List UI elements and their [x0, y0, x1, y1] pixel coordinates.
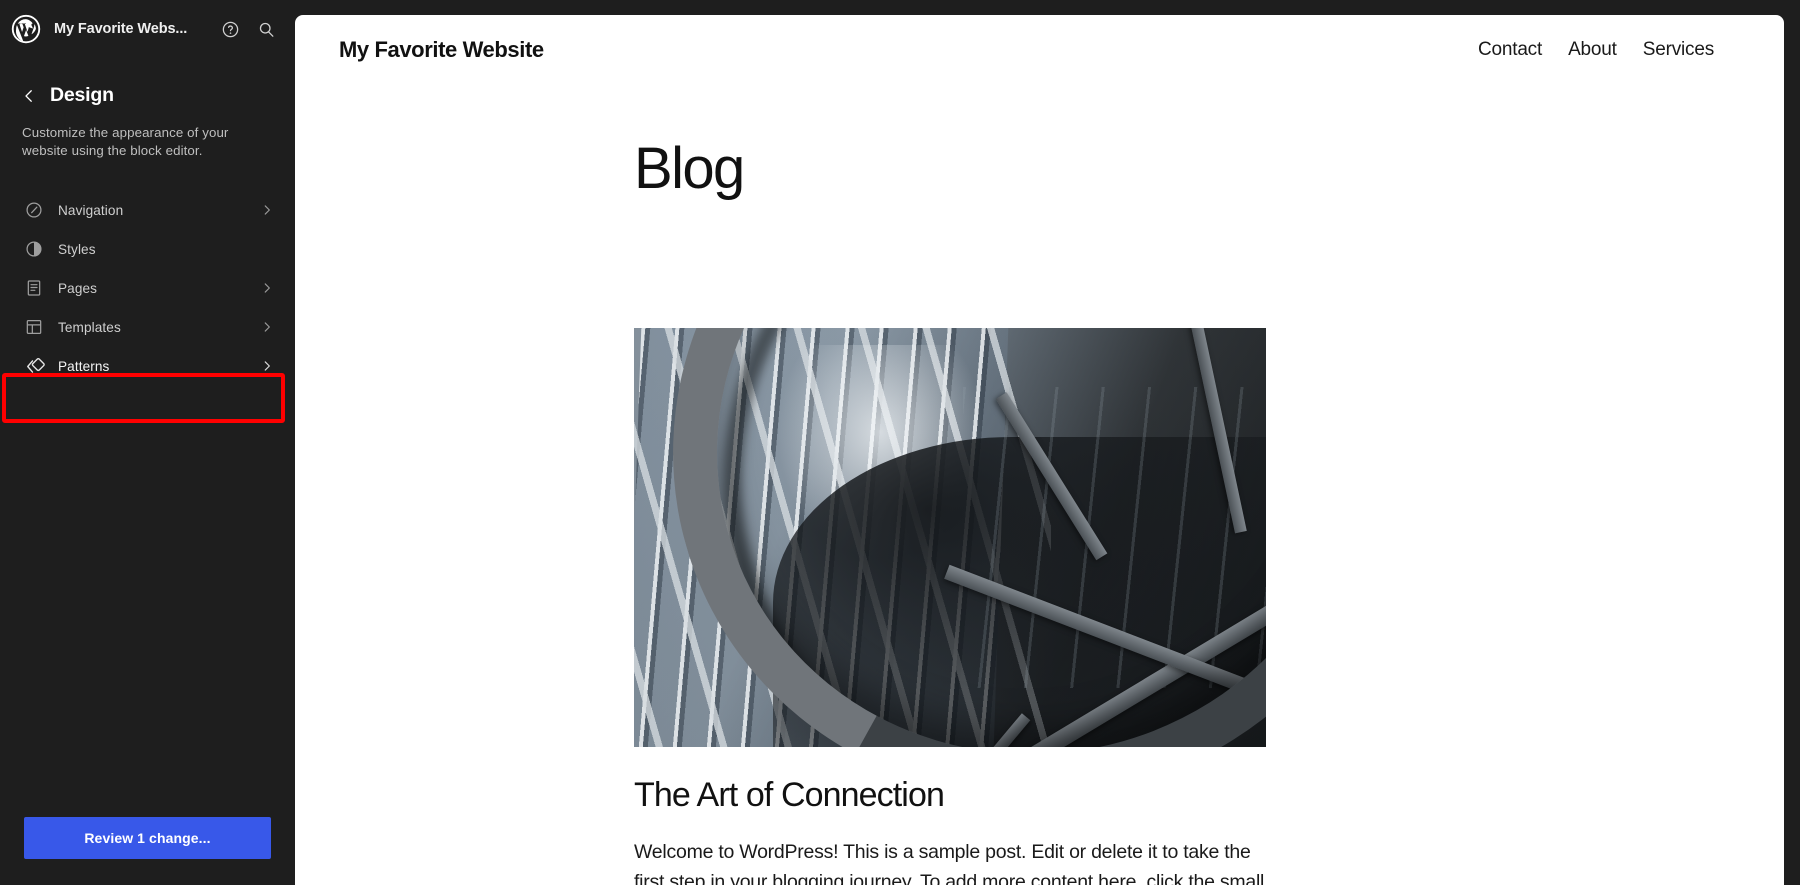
sidebar-header: Design Customize the appearance of your … — [0, 58, 295, 161]
wordpress-logo-icon[interactable] — [10, 13, 42, 45]
post-title[interactable]: The Art of Connection — [634, 776, 1266, 814]
templates-layout-icon — [23, 316, 45, 338]
styles-contrast-icon — [23, 238, 45, 260]
sidebar-topbar: My Favorite Webs... — [0, 0, 295, 58]
sidebar-item-styles[interactable]: Styles — [10, 230, 285, 269]
chevron-left-icon[interactable] — [18, 85, 40, 107]
review-changes-button[interactable]: Review 1 change... — [24, 817, 271, 859]
architecture-photo — [634, 328, 1266, 747]
help-circle-icon[interactable] — [217, 16, 243, 42]
site-title: My Favorite Webs... — [54, 21, 188, 37]
chevron-right-icon — [259, 280, 275, 296]
sidebar-footer: Review 1 change... — [0, 817, 295, 885]
chevron-right-icon — [259, 319, 275, 335]
design-editor-app: My Favorite Webs... Design Customize the… — [0, 0, 1800, 885]
site-brand[interactable]: My Favorite Website — [339, 37, 544, 63]
sidebar-item-patterns[interactable]: Patterns — [10, 347, 285, 386]
chevron-right-icon — [259, 358, 275, 374]
nav-link-contact[interactable]: Contact — [1478, 39, 1542, 61]
navigation-compass-icon — [23, 199, 45, 221]
site-main: Blog The Art of Connection Welcome to Wo… — [295, 140, 1784, 885]
post-body: Welcome to WordPress! This is a sample p… — [634, 841, 1265, 885]
blog-post: The Art of Connection Welcome to WordPre… — [634, 328, 1266, 885]
page-title: Design — [50, 84, 114, 106]
sidebar-description: Customize the appearance of your website… — [22, 125, 229, 159]
sidebar-item-navigation[interactable]: Navigation — [10, 191, 285, 230]
sidebar-item-label: Templates — [58, 319, 121, 335]
site-navigation: Contact About Services — [1478, 39, 1714, 61]
search-icon[interactable] — [253, 16, 279, 42]
sidebar-item-pages[interactable]: Pages — [10, 269, 285, 308]
blog-page-heading: Blog — [634, 136, 745, 201]
nav-link-services[interactable]: Services — [1643, 39, 1714, 61]
chevron-right-icon — [259, 202, 275, 218]
nav-link-about[interactable]: About — [1568, 39, 1617, 61]
preview-area: My Favorite Website Contact About Servic… — [295, 0, 1800, 885]
pages-document-icon — [23, 277, 45, 299]
sidebar-item-label: Navigation — [58, 202, 124, 218]
sidebar: My Favorite Webs... Design Customize the… — [0, 0, 295, 885]
sidebar-nav: Navigation Styles Pages Templates Patter… — [0, 191, 295, 386]
sidebar-item-label: Patterns — [58, 358, 110, 374]
sidebar-item-label: Pages — [58, 280, 98, 296]
patterns-diamond-icon — [23, 355, 45, 377]
sidebar-item-templates[interactable]: Templates — [10, 308, 285, 347]
site-header: My Favorite Website Contact About Servic… — [295, 15, 1784, 85]
sidebar-item-label: Styles — [58, 241, 96, 257]
post-featured-image[interactable] — [634, 328, 1266, 747]
site-preview-frame[interactable]: My Favorite Website Contact About Servic… — [295, 15, 1784, 885]
